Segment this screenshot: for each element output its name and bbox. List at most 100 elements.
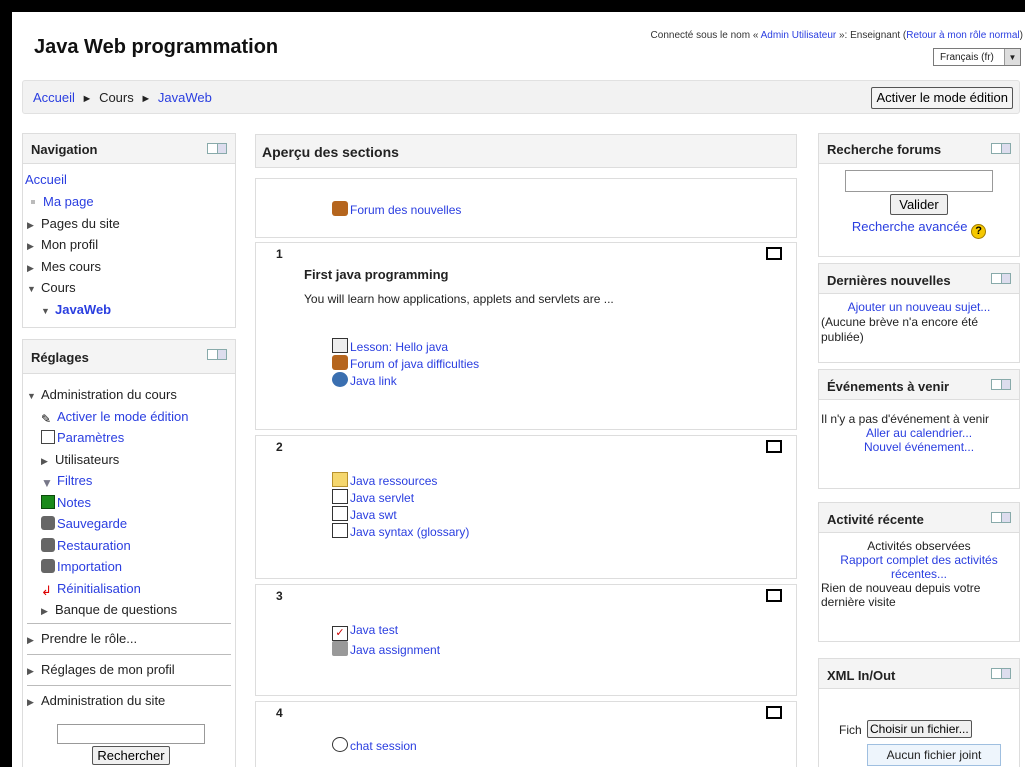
login-user-link[interactable]: Admin Utilisateur xyxy=(761,30,837,41)
expand-arrow-icon: ▶ xyxy=(27,665,34,676)
xml-block: XML In/Out Fich Choisir un fichier... Au… xyxy=(818,658,1020,767)
activity-forum[interactable]: Forum of java difficulties xyxy=(332,355,479,371)
sections-title: Aperçu des sections xyxy=(262,144,399,160)
profile-settings-item[interactable]: ▶ Réglages de mon profil xyxy=(27,655,235,685)
settings-item-editing[interactable]: ✎ Activer le mode édition xyxy=(41,406,235,428)
expand-arrow-icon: ▶ xyxy=(27,696,34,707)
breadcrumb-course[interactable]: JavaWeb xyxy=(158,90,212,105)
news-empty-text: (Aucune brève n'a encore été publiée) xyxy=(821,315,979,344)
edit-icon: ✎ xyxy=(41,411,52,426)
recent-activity-title: Activité récente xyxy=(827,512,924,527)
forum-search-button[interactable]: Valider xyxy=(890,194,948,215)
section-number: 2 xyxy=(276,440,283,454)
activity-servlet[interactable]: Java servlet xyxy=(332,489,414,505)
section-general: Forum des nouvelles xyxy=(255,178,797,238)
activity-lesson[interactable]: Lesson: Hello java xyxy=(332,338,448,354)
add-news-link[interactable]: Ajouter un nouveau sujet... xyxy=(848,300,991,314)
activity-forum-news[interactable]: Forum des nouvelles xyxy=(332,201,461,217)
quiz-icon: ✓ xyxy=(332,626,348,641)
breadcrumb: Accueil ► Cours ► JavaWeb xyxy=(33,90,212,105)
nothing-new-text: Rien de nouveau depuis votre dernière vi… xyxy=(821,581,981,609)
activity-assignment[interactable]: Java assignment xyxy=(332,641,440,657)
site-admin-item[interactable]: ▶ Administration du site xyxy=(27,686,235,716)
latest-news-block: Dernières nouvelles Ajouter un nouveau s… xyxy=(818,263,1020,363)
section-3: 3 ✓ Java test Java assignment xyxy=(255,584,797,696)
settings-item-question-bank[interactable]: ▶ Banque de questions xyxy=(41,599,235,621)
settings-search-button[interactable]: Rechercher xyxy=(92,745,170,765)
activity-folder[interactable]: Java ressources xyxy=(332,472,437,488)
section-4: 4 chat session xyxy=(255,701,797,767)
language-select[interactable]: Français (fr) ▼ xyxy=(933,48,1021,66)
dock-icon[interactable] xyxy=(991,273,1011,284)
backup-icon xyxy=(41,516,55,530)
dock-icon[interactable] xyxy=(991,143,1011,154)
dock-icon[interactable] xyxy=(991,512,1011,523)
nav-item-javaweb[interactable]: ▼ JavaWeb xyxy=(27,299,235,321)
events-empty-text: Il n'y a pas d'événement à venir xyxy=(821,412,990,426)
settings-item-restore[interactable]: Restauration xyxy=(41,535,235,557)
forum-icon xyxy=(332,201,348,216)
settings-item-backup[interactable]: Sauvegarde xyxy=(41,513,235,535)
breadcrumb-home[interactable]: Accueil xyxy=(33,90,75,105)
settings-item-reset[interactable]: ↲ Réinitialisation xyxy=(41,578,235,600)
settings-item-import[interactable]: Importation xyxy=(41,556,235,578)
recent-activity-block: Activité récente Activités observées Rap… xyxy=(818,502,1020,642)
forum-icon xyxy=(332,355,348,370)
file-label: Fich xyxy=(839,723,862,737)
upcoming-events-block: Événements à venir Il n'y a pas d'événem… xyxy=(818,369,1020,489)
expand-arrow-icon: ▶ xyxy=(27,241,34,251)
dock-icon[interactable] xyxy=(991,379,1011,390)
return-role-link[interactable]: Retour à mon rôle normal xyxy=(906,30,1019,41)
calendar-link[interactable]: Aller au calendrier... xyxy=(866,426,972,440)
dock-icon[interactable] xyxy=(991,668,1011,679)
nav-home-link[interactable]: Accueil xyxy=(25,172,67,187)
section-number: 1 xyxy=(276,247,283,261)
activity-chat[interactable]: chat session xyxy=(332,737,417,753)
dock-icon[interactable] xyxy=(207,143,227,154)
full-report-link[interactable]: Rapport complet des activités récentes..… xyxy=(840,553,997,581)
nav-item-my-courses[interactable]: ▶ Mes cours xyxy=(27,256,235,278)
section-number: 4 xyxy=(276,706,283,720)
take-role-item[interactable]: ▶ Prendre le rôle... xyxy=(27,624,235,654)
settings-item-users[interactable]: ▶ Utilisateurs xyxy=(41,449,235,471)
expand-arrow-icon: ▶ xyxy=(41,455,48,466)
nav-item-my-profile[interactable]: ▶ Mon profil xyxy=(27,234,235,256)
section-1: 1 First java programming You will learn … xyxy=(255,242,797,430)
settings-item-filters[interactable]: ▼ Filtres xyxy=(41,470,235,492)
chevron-down-icon[interactable]: ▼ xyxy=(1004,49,1020,65)
nav-item-courses[interactable]: ▼ Cours xyxy=(27,277,235,299)
section-number: 3 xyxy=(276,589,283,603)
settings-item-grades[interactable]: Notes xyxy=(41,492,235,514)
activity-swt[interactable]: Java swt xyxy=(332,506,397,522)
highlight-toggle-icon[interactable] xyxy=(766,440,782,453)
navbar: Accueil ► Cours ► JavaWeb Activer le mod… xyxy=(22,80,1020,114)
latest-news-title: Dernières nouvelles xyxy=(827,273,951,288)
settings-item-parameters[interactable]: Paramètres xyxy=(41,427,235,449)
highlight-toggle-icon[interactable] xyxy=(766,706,782,719)
highlight-toggle-icon[interactable] xyxy=(766,589,782,602)
upcoming-events-title: Événements à venir xyxy=(827,379,950,394)
login-info: Connecté sous le nom « Admin Utilisateur… xyxy=(650,30,1023,41)
activity-quiz[interactable]: ✓ Java test xyxy=(332,623,398,641)
new-event-link[interactable]: Nouvel événement... xyxy=(864,440,974,454)
dock-icon[interactable] xyxy=(207,349,227,360)
expand-arrow-icon: ▶ xyxy=(27,262,34,273)
nav-item-my-page[interactable]: Ma page xyxy=(27,191,235,213)
activity-url[interactable]: Java link xyxy=(332,372,397,388)
activity-glossary[interactable]: Java syntax (glossary) xyxy=(332,523,469,539)
site-title: Java Web programmation xyxy=(34,36,279,58)
highlight-toggle-icon[interactable] xyxy=(766,247,782,260)
no-file-text: Aucun fichier joint xyxy=(867,744,1001,766)
course-admin-item[interactable]: ▼ Administration du cours xyxy=(27,384,235,406)
nav-item-site-pages[interactable]: ▶ Pages du site xyxy=(27,213,235,235)
forum-search-input[interactable] xyxy=(845,170,993,192)
choose-file-button[interactable]: Choisir un fichier... xyxy=(867,720,972,738)
advanced-search-link[interactable]: Recherche avancée xyxy=(852,219,968,234)
help-icon[interactable]: ? xyxy=(971,224,987,239)
section-summary: You will learn how applications, applets… xyxy=(304,292,614,306)
turn-editing-on-button[interactable]: Activer le mode édition xyxy=(871,87,1013,109)
settings-icon xyxy=(41,430,55,444)
lesson-icon xyxy=(332,338,348,353)
resource-icon xyxy=(332,506,348,521)
settings-search-input[interactable] xyxy=(57,723,205,744)
